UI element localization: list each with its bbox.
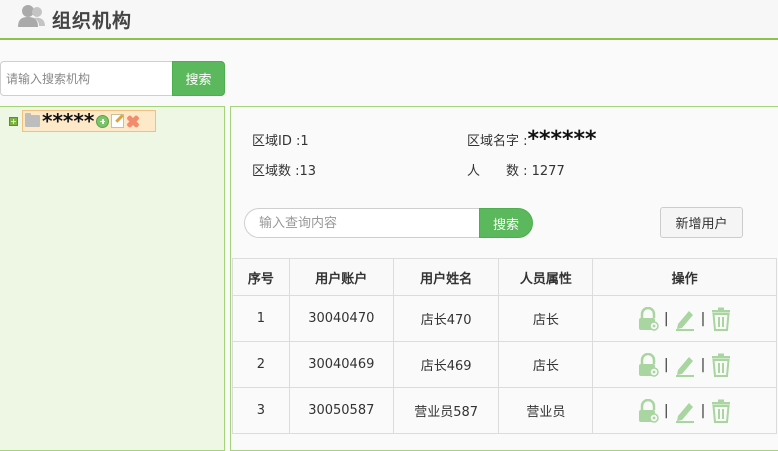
add-user-button[interactable]: 新增用户 — [660, 207, 743, 238]
action-separator: | — [700, 402, 706, 419]
cell-role: 店长 — [498, 341, 594, 388]
users-icon — [18, 5, 45, 27]
region-name-value: ****** — [527, 126, 597, 152]
tree-node-root[interactable]: ***** — [22, 110, 156, 132]
edit-node-icon[interactable] — [111, 114, 125, 128]
cell-index: 3 — [232, 387, 290, 434]
delete-node-icon[interactable] — [125, 114, 141, 128]
cell-actions: | | — [592, 341, 777, 388]
add-node-icon[interactable] — [96, 114, 110, 128]
cell-name: 店长470 — [392, 295, 500, 342]
people-count-label: 人 数 : 1277 — [467, 164, 565, 179]
lock-settings-icon[interactable] — [637, 398, 659, 423]
tree-expand-icon[interactable]: + — [9, 117, 18, 126]
action-separator: | — [700, 356, 706, 373]
edit-icon[interactable] — [674, 399, 696, 423]
col-header-name: 用户姓名 — [392, 258, 500, 296]
cell-account: 30050587 — [288, 387, 394, 434]
edit-icon[interactable] — [674, 353, 696, 377]
cell-account: 30040469 — [288, 341, 394, 388]
col-header-account: 用户账户 — [288, 258, 394, 296]
org-search-input[interactable] — [0, 61, 173, 96]
trash-icon[interactable] — [710, 399, 732, 423]
cell-index: 2 — [232, 341, 290, 388]
user-table: 序号 用户账户 用户姓名 人员属性 操作 1 30040470 店长470 店长 — [232, 258, 777, 434]
lock-settings-icon[interactable] — [637, 352, 659, 377]
trash-icon[interactable] — [710, 307, 732, 331]
col-header-role: 人员属性 — [498, 258, 594, 296]
org-search-button[interactable]: 搜索 — [172, 61, 225, 96]
action-separator: | — [663, 356, 669, 373]
cell-role: 店长 — [498, 295, 594, 342]
trash-icon[interactable] — [710, 353, 732, 377]
page: 组织机构 搜索 + ***** 区域ID :1 区域名字 : ****** 区域… — [0, 0, 778, 451]
detail-panel: 区域ID :1 区域名字 : ****** 区域数 :13 人 数 : 1277… — [230, 106, 778, 451]
region-count-label: 区域数 :13 — [252, 164, 317, 179]
page-title: 组织机构 — [52, 10, 133, 32]
lock-settings-icon[interactable] — [637, 306, 659, 331]
action-separator: | — [663, 402, 669, 419]
col-header-index: 序号 — [232, 258, 290, 296]
table-row: 3 30050587 营业员587 营业员 | | — [232, 387, 777, 434]
cell-index: 1 — [232, 295, 290, 342]
region-id-label: 区域ID :1 — [252, 134, 309, 149]
table-header-row: 序号 用户账户 用户姓名 人员属性 操作 — [232, 258, 777, 296]
table-row: 2 30040469 店长469 店长 | | — [232, 341, 777, 388]
region-name-field: 区域名字 : ****** — [467, 126, 597, 152]
cell-name: 店长469 — [392, 341, 500, 388]
cell-actions: | | — [592, 295, 777, 342]
cell-role: 营业员 — [498, 387, 594, 434]
user-search-button[interactable]: 搜索 — [479, 208, 533, 238]
edit-icon[interactable] — [674, 307, 696, 331]
col-header-actions: 操作 — [592, 258, 777, 296]
region-name-label: 区域名字 : — [467, 134, 528, 149]
table-row: 1 30040470 店长470 店长 | | — [232, 295, 777, 342]
page-header: 组织机构 — [0, 0, 778, 40]
user-search-input[interactable] — [244, 208, 481, 238]
action-separator: | — [700, 310, 706, 327]
action-separator: | — [663, 310, 669, 327]
tree-node-label: ***** — [42, 109, 95, 133]
cell-actions: | | — [592, 387, 777, 434]
cell-name: 营业员587 — [392, 387, 500, 434]
cell-account: 30040470 — [288, 295, 394, 342]
folder-icon — [25, 113, 40, 127]
org-tree-panel: + ***** — [0, 106, 225, 451]
